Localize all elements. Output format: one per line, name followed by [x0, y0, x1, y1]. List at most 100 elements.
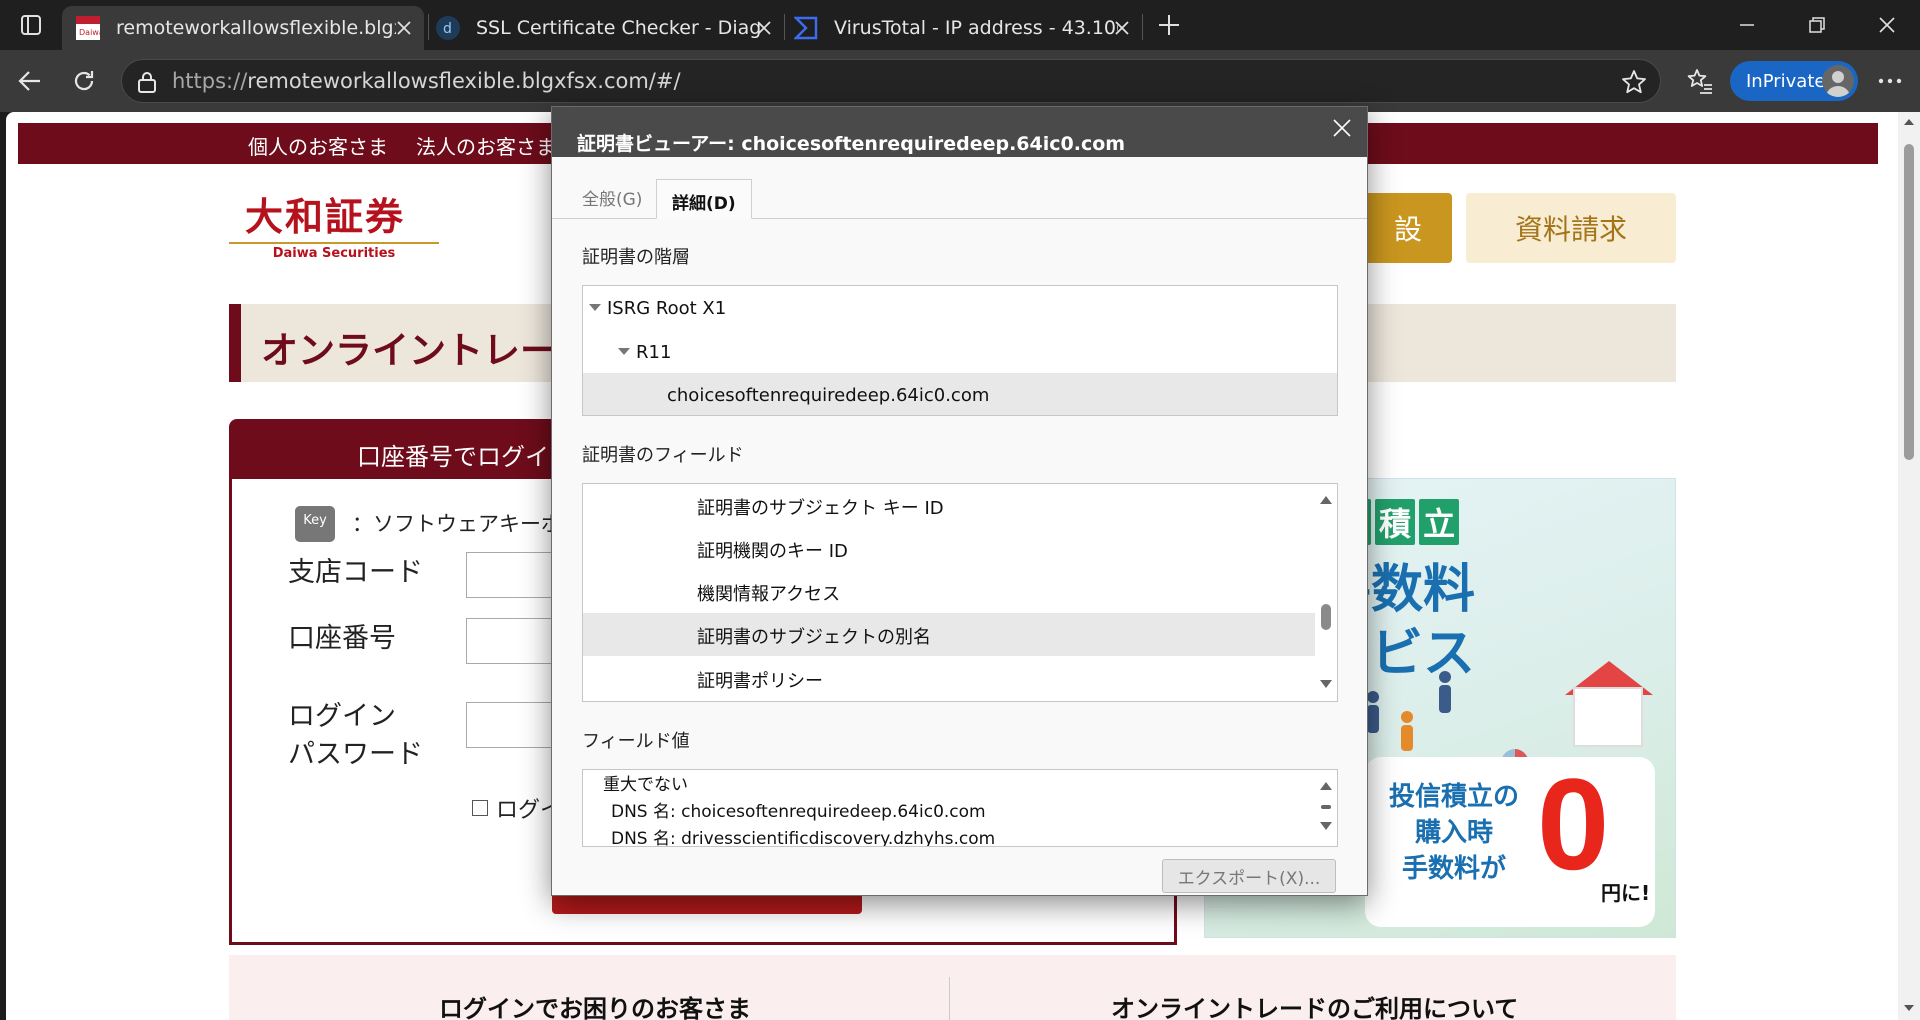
inprivate-label: InPrivate [1746, 70, 1826, 92]
minimize-icon [1740, 24, 1754, 26]
tree-item-leaf-cert[interactable]: choicesoftenrequiredeep.64ic0.com [583, 373, 1337, 415]
favorites-button[interactable] [1680, 61, 1720, 101]
close-tab-icon[interactable] [752, 16, 776, 40]
tree-item-label: ISRG Root X1 [607, 298, 727, 319]
refresh-button[interactable] [64, 61, 104, 101]
svg-text:Daiwa: Daiwa [79, 28, 100, 37]
url-scheme: https:// [172, 69, 248, 93]
avatar [1822, 65, 1854, 97]
page-title: オンライントレー [261, 329, 557, 372]
favorites-list-icon [1687, 69, 1712, 94]
url-host: remoteworkallowsflexible.blgxfsx.com/#/ [247, 69, 681, 93]
keyboard-key-icon[interactable]: Key [295, 506, 335, 542]
tab-title: VirusTotal - IP address - 43.100.10 [834, 17, 1118, 39]
more-menu-button[interactable] [1870, 61, 1910, 101]
close-tab-icon[interactable] [1110, 16, 1134, 40]
scroll-down-icon[interactable] [1903, 1002, 1915, 1014]
banner-hl-4: 立 [1419, 499, 1460, 545]
field-item[interactable]: 証明書のサブジェクト キー ID [583, 484, 1315, 527]
virustotal-favicon-icon [794, 16, 818, 40]
field-item-selected[interactable]: 証明書のサブジェクトの別名 [583, 613, 1315, 656]
close-icon [1333, 119, 1351, 137]
close-tab-icon[interactable] [392, 16, 416, 40]
value-scrollbar[interactable] [1315, 770, 1337, 846]
request-docs-button[interactable]: 資料請求 [1466, 193, 1676, 263]
value-scroll-thumb[interactable] [1321, 805, 1331, 809]
logo-rule [229, 242, 439, 244]
field-value-box[interactable]: 重大でない DNS 名: choicesoftenrequiredeep.64i… [582, 769, 1338, 847]
scroll-down-icon[interactable] [1320, 680, 1332, 688]
banner-card-line-3: 手数料が [1401, 854, 1506, 884]
value-label: フィールド値 [582, 731, 690, 752]
tab-ssl-checker[interactable]: d SSL Certificate Checker - Diagnostic [432, 6, 784, 50]
software-keyboard-label: ：ソフトウェアキーボ [352, 512, 562, 536]
field-item[interactable]: 機関情報アクセス [583, 570, 1315, 613]
branch-code-label: 支店コード [288, 557, 423, 588]
scroll-up-icon[interactable] [1320, 496, 1332, 504]
field-item[interactable]: 証明機関のキー ID [583, 527, 1315, 570]
svg-text:d: d [443, 21, 452, 37]
nav-individual[interactable]: 個人のお客さま [248, 131, 388, 160]
banner-card: 投信積立の 購入時 手数料が 0 円に! [1365, 751, 1655, 927]
more-dots-icon [1878, 78, 1902, 84]
field-value-line: DNS 名: choicesoftenrequiredeep.64ic0.com [611, 802, 986, 822]
plus-icon [1159, 15, 1179, 35]
url-text[interactable]: https://remoteworkallowsflexible.blgxfsx… [172, 69, 681, 93]
login-password-label-1: ログイン [288, 701, 396, 732]
new-tab-button[interactable] [1134, 0, 1204, 50]
daiwa-logo[interactable]: 大和証券 Daiwa Securities [229, 194, 439, 266]
tree-item-isrg-root[interactable]: ISRG Root X1 [583, 286, 1337, 329]
field-item-label: 証明書ポリシー [697, 671, 823, 692]
scroll-up-icon[interactable] [1903, 116, 1915, 128]
field-item-label: 証明書のサブジェクトの別名 [697, 627, 931, 648]
nav-corporate[interactable]: 法人のお客さま [416, 131, 556, 160]
help-online-trade-usage[interactable]: オンライントレードのご利用について [1111, 989, 1518, 1020]
tree-item-label: choicesoftenrequiredeep.64ic0.com [667, 385, 990, 406]
page-scroll-thumb[interactable] [1904, 144, 1914, 460]
refresh-icon [74, 71, 94, 91]
page-scrollbar[interactable] [1898, 112, 1920, 1020]
expand-triangle-icon[interactable] [589, 304, 601, 311]
tab-actions-button[interactable] [12, 9, 50, 41]
lock-icon[interactable] [134, 69, 160, 95]
restore-button[interactable] [1782, 0, 1852, 50]
export-button[interactable]: エクスポート(X)... [1162, 859, 1336, 893]
daiwa-favicon-icon: Daiwa [76, 16, 100, 40]
tab-remotework[interactable]: Daiwa remoteworkallowsflexible.blgxfsx.c… [62, 6, 424, 50]
fields-scrollbar[interactable] [1315, 484, 1337, 701]
inprivate-badge[interactable]: InPrivate [1730, 61, 1858, 101]
minimize-button[interactable] [1712, 0, 1782, 50]
restore-icon [1809, 17, 1825, 33]
d-favicon-icon: d [436, 16, 460, 40]
field-value-line: 重大でない [603, 775, 688, 795]
banner-card-line-2: 購入時 [1414, 818, 1493, 848]
dialog-close-button[interactable] [1329, 115, 1355, 141]
field-item[interactable]: 証明書ポリシー [583, 657, 1315, 700]
certificate-hierarchy-tree: ISRG Root X1 R11 choicesoftenrequiredeep… [582, 285, 1338, 416]
fields-scroll-thumb[interactable] [1321, 604, 1331, 630]
address-bar[interactable]: https://remoteworkallowsflexible.blgxfsx… [121, 59, 1661, 103]
help-login-trouble[interactable]: ログインでお困りのお客さま [439, 989, 751, 1020]
help-strip: ログインでお困りのお客さま オンライントレードのご利用について [229, 955, 1676, 1020]
tab-details[interactable]: 詳細(D) [656, 179, 752, 219]
field-item-label: 証明機関のキー ID [697, 541, 848, 562]
close-icon [1879, 17, 1895, 33]
remember-option[interactable]: ログイ [472, 792, 562, 824]
close-window-button[interactable] [1852, 0, 1920, 50]
back-arrow-icon [18, 71, 40, 91]
certificate-viewer-dialog: 証明書ビューアー: choicesoftenrequiredeep.64ic0.… [551, 106, 1368, 896]
expand-triangle-icon[interactable] [618, 348, 630, 355]
remember-checkbox[interactable] [472, 800, 488, 816]
scroll-down-icon[interactable] [1320, 822, 1332, 830]
tab-actions-icon [21, 15, 41, 35]
tab-general[interactable]: 全般(G) [582, 185, 642, 210]
hierarchy-label: 証明書の階層 [582, 247, 690, 268]
banner-card-line-1: 投信積立の [1388, 782, 1519, 812]
back-button[interactable] [10, 61, 50, 101]
help-divider [949, 977, 950, 1020]
scroll-up-icon[interactable] [1320, 782, 1332, 790]
account-number-label: 口座番号 [288, 623, 396, 654]
tree-item-r11[interactable]: R11 [583, 330, 1337, 373]
tab-virustotal[interactable]: VirusTotal - IP address - 43.100.10 [790, 6, 1142, 50]
favorite-star-icon[interactable] [1620, 68, 1648, 96]
